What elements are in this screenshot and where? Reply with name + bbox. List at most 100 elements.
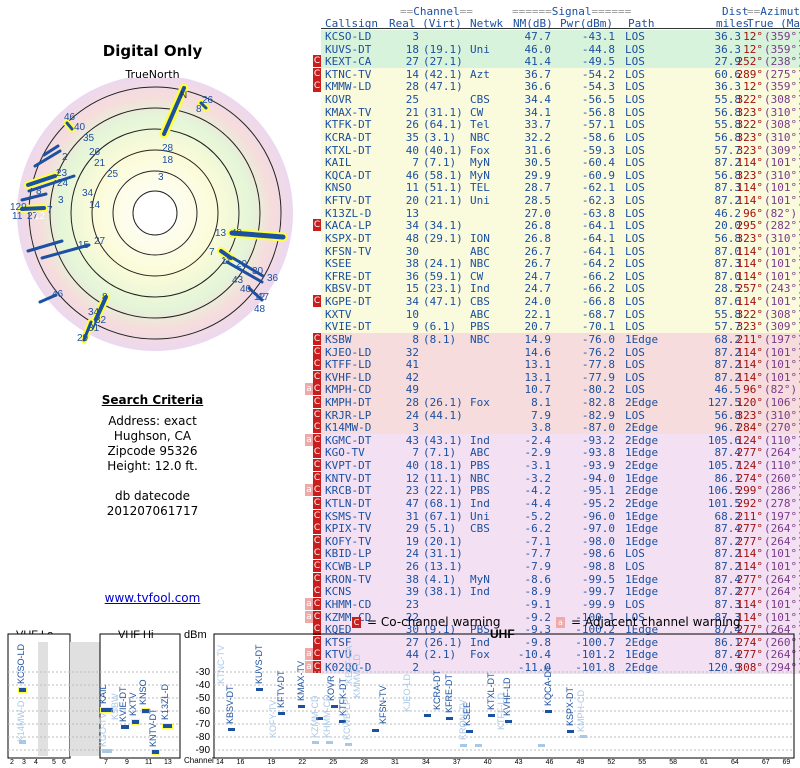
co-channel-warning-icon: C (313, 534, 321, 547)
cell-pwr: -63.8 (581, 206, 615, 220)
cell-true: 323° (736, 408, 764, 422)
cell-net: NBC (470, 332, 490, 346)
co-channel-warning-icon: C (313, 597, 321, 610)
spectrum-callsign: K13ZL-D (160, 683, 170, 720)
cell-true: 277° (736, 585, 764, 599)
polar-label: 25 (107, 169, 119, 180)
cell-nm: -2.9 (524, 446, 552, 460)
spectrum-callsign: KUVS-DT (254, 644, 264, 684)
cell-mi: 27.9 (714, 55, 742, 69)
cell-mi: 87.2 (714, 560, 742, 574)
cell-virt: (47.1) (423, 295, 463, 309)
co-channel-warning-icon: C (313, 496, 321, 509)
cell-virt: (19.1) (423, 42, 463, 56)
cell-pwr: -93.8 (581, 446, 615, 460)
cell-magn: (264°) (764, 534, 800, 548)
cell-true: 277° (736, 534, 764, 548)
cell-true: 124° (736, 433, 764, 447)
cell-nm: 28.7 (524, 181, 552, 195)
cell-real: 49 (405, 383, 419, 397)
cell-real: 36 (405, 269, 419, 283)
cell-net: Ind (470, 496, 490, 510)
cell-virt: (64.1) (423, 118, 463, 132)
polar-label: 7 (47, 205, 53, 216)
cell-net: NBC (470, 130, 490, 144)
table-row: KXTV 10 ABC 22.1 -68.7 LOS 55.8 322° (308°) (321, 307, 800, 321)
cell-mi: 55.8 (714, 93, 742, 107)
table-row: KNSO 11 (51.1) TEL 28.7 -62.1 LOS 87.3 114° (101°… (321, 181, 800, 195)
spectrum-callsign: KAIL (98, 684, 108, 704)
table-row: KNTV-DT 12 (11.1) NBC -3.2 -94.0 1Edge 86.1 274°… (321, 471, 800, 485)
cell-virt: (31.1) (423, 105, 463, 119)
cell-net: CW (470, 105, 484, 119)
cell-real: 9 (412, 320, 419, 334)
channel-axis-label: Channel (184, 756, 214, 765)
cell-mi: 87.6 (714, 295, 742, 309)
cell-call: KACA-LP (325, 219, 372, 233)
cell-call: KUVS-DT (325, 42, 372, 56)
channel-tick: 16 (237, 759, 245, 766)
spectrum-callsign: KNSO (138, 679, 148, 705)
cell-real: 39 (405, 585, 419, 599)
spectrum-callsign: KCSO-LD (16, 643, 26, 684)
cell-real: 30 (405, 244, 419, 258)
cell-nm: -7.7 (524, 547, 552, 561)
cell-true: 323° (736, 130, 764, 144)
cell-path: LOS (625, 143, 645, 157)
polar-label: 26 (89, 147, 101, 158)
cell-nm: 24.0 (524, 295, 552, 309)
cell-nm: -8.9 (524, 585, 552, 599)
cell-magn: (243°) (764, 282, 800, 296)
cell-real: 3 (412, 421, 419, 435)
cell-path: LOS (625, 231, 645, 245)
polar-label: 11 (12, 211, 23, 222)
channel-bar (228, 728, 235, 731)
cell-nm: 20.7 (524, 320, 552, 334)
cell-mi: 106.5 (707, 484, 741, 498)
cell-real: 23 (405, 597, 419, 611)
criteria-address: Address: exact (108, 414, 197, 428)
cell-magn: (359°) (764, 80, 800, 94)
cell-path: LOS (625, 358, 645, 372)
table-row: KMAX-TV 21 (31.1) CW 34.1 -56.8 LOS 56.8 323° (31… (321, 105, 800, 119)
vhf-hi-label: VHF Hi (118, 629, 153, 641)
cell-real: 3 (412, 30, 419, 43)
cell-call: KMAX-TV (325, 105, 372, 119)
co-channel-warning-icon: C (313, 345, 321, 358)
cell-mi: 87.2 (714, 585, 742, 599)
cell-pwr: -82.9 (581, 408, 615, 422)
cell-call: KCWB-LP (325, 560, 372, 574)
channel-bar (580, 735, 587, 738)
cell-magn: (101°) (764, 560, 800, 574)
cell-nm: -4.4 (524, 496, 552, 510)
spectrum-callsign: KQCA-DT (543, 665, 553, 706)
cell-magn: (101°) (764, 370, 800, 384)
spectrum-callsign: KRON-TV (458, 700, 468, 741)
cell-virt: (11.1) (423, 471, 463, 485)
cell-virt: (5.1) (423, 522, 457, 536)
cell-magn: (310°) (764, 408, 800, 422)
cell-call: KCNS (325, 585, 352, 599)
spectrum-callsign: KBSV-DT (225, 685, 235, 724)
table-row: KMPH-CD 49 10.7 -80.2 LOS 46.5 96° (82°) (321, 383, 800, 397)
channel-bar (538, 744, 545, 747)
polar-label: 8 (102, 292, 108, 303)
cell-net: Uni (470, 42, 490, 56)
cell-pwr: -64.1 (581, 231, 615, 245)
polar-label: 13 (215, 228, 227, 239)
cell-true: 289° (736, 67, 764, 81)
cell-net: MyN (470, 168, 490, 182)
table-row: KCSO-LD 3 47.7 -43.1 LOS 36.3 12° (359°) (321, 30, 800, 43)
polar-label: 24 (57, 178, 69, 189)
cell-magn: (310°) (764, 130, 800, 144)
channel-bar (475, 744, 482, 747)
cell-mi: 36.3 (714, 80, 742, 94)
cell-mi: 20.0 (714, 219, 742, 233)
channel-bar (505, 720, 512, 723)
cell-call: KHMM-CD (325, 597, 372, 611)
cell-call: KTFF-LD (325, 358, 372, 372)
cell-true: 322° (736, 93, 764, 107)
channel-bar (312, 741, 319, 744)
tvfool-link[interactable]: www.tvfool.com (0, 591, 305, 605)
cell-net: Uni (470, 194, 490, 208)
